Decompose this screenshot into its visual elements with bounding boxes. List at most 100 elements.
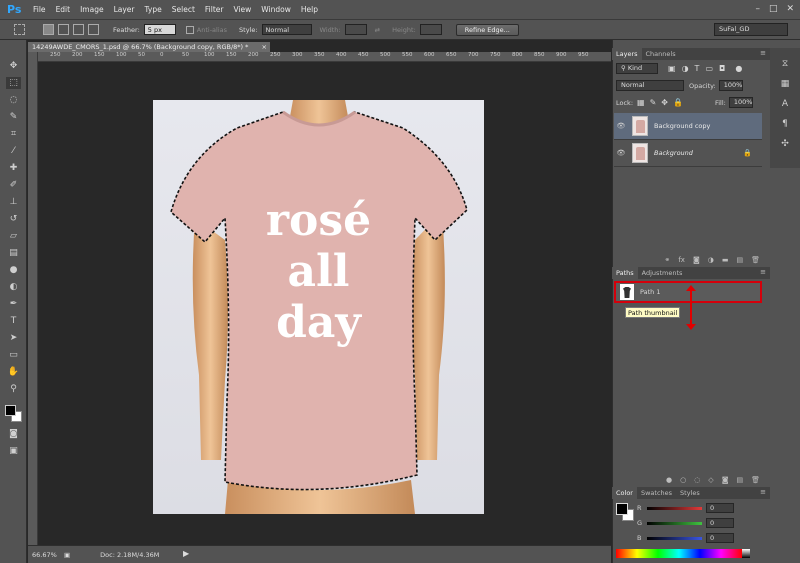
status-icon[interactable]: ▣: [64, 551, 70, 559]
character-panel-icon[interactable]: A: [779, 98, 791, 110]
delete-layer-icon[interactable]: 🗑: [751, 256, 760, 264]
delete-path-icon[interactable]: 🗑: [751, 476, 760, 484]
intersect-selection-icon[interactable]: [88, 24, 99, 35]
lock-position-icon[interactable]: ✥: [661, 98, 668, 107]
tab-styles[interactable]: Styles: [676, 487, 704, 499]
close-button[interactable]: ✕: [786, 4, 794, 14]
type-tool-icon[interactable]: T: [6, 315, 21, 327]
menu-layer[interactable]: Layer: [114, 5, 135, 14]
make-work-path-icon[interactable]: ◇: [708, 476, 713, 484]
new-path-icon[interactable]: ▤: [736, 476, 743, 484]
feather-input[interactable]: 5 px: [143, 24, 176, 35]
subtract-selection-icon[interactable]: [73, 24, 84, 35]
lock-all-icon[interactable]: 🔒: [673, 98, 683, 107]
style-select[interactable]: Normal: [261, 24, 312, 35]
marquee-tool-icon[interactable]: ⬚: [6, 77, 21, 89]
path-thumbnail[interactable]: [620, 284, 634, 300]
paragraph-panel-icon[interactable]: ¶: [779, 118, 791, 130]
fx-icon[interactable]: fx: [678, 256, 685, 264]
lasso-tool-icon[interactable]: ◌: [6, 94, 21, 106]
healing-tool-icon[interactable]: ✚: [6, 162, 21, 174]
menu-help[interactable]: Help: [301, 5, 318, 14]
spectrum-white-black[interactable]: [742, 549, 750, 558]
crop-tool-icon[interactable]: ⌗: [6, 128, 21, 140]
lock-transparent-icon[interactable]: ▦: [637, 98, 645, 107]
red-value-input[interactable]: 0: [706, 503, 734, 513]
pen-tool-icon[interactable]: ✒: [6, 298, 21, 310]
dodge-tool-icon[interactable]: ◐: [6, 281, 21, 293]
color-spectrum-bar[interactable]: [616, 549, 742, 558]
gradient-tool-icon[interactable]: ▤: [6, 247, 21, 259]
filter-type-icon[interactable]: T: [695, 64, 700, 73]
layer-row-background[interactable]: 👁 Background 🔒: [614, 140, 762, 167]
tab-channels[interactable]: Channels: [642, 48, 680, 60]
adjustment-layer-icon[interactable]: ◑: [708, 256, 714, 264]
tool-presets-panel-icon[interactable]: ✣: [779, 138, 791, 150]
swap-icon[interactable]: ⇄: [375, 26, 380, 34]
add-mask-icon[interactable]: ◙: [722, 476, 729, 484]
shape-tool-icon[interactable]: ▭: [6, 349, 21, 361]
close-document-icon[interactable]: ×: [262, 42, 267, 52]
blue-slider[interactable]: [647, 536, 702, 540]
tab-adjustments[interactable]: Adjustments: [638, 267, 687, 279]
menu-file[interactable]: File: [33, 5, 46, 14]
quick-select-tool-icon[interactable]: ✎: [6, 111, 21, 123]
filter-pixel-icon[interactable]: ▣: [668, 64, 676, 73]
kind-filter-select[interactable]: ⚲ Kind: [616, 63, 658, 74]
document-image[interactable]: rosé all day: [153, 100, 484, 514]
filter-smart-icon[interactable]: ◘: [719, 64, 725, 73]
panel-menu-icon[interactable]: ≡: [760, 488, 766, 496]
marquee-tool-preset-icon[interactable]: [14, 24, 25, 35]
green-slider[interactable]: [647, 521, 702, 525]
path-select-tool-icon[interactable]: ➤: [6, 332, 21, 344]
eraser-tool-icon[interactable]: ▱: [6, 230, 21, 242]
filter-adjust-icon[interactable]: ◑: [682, 64, 689, 73]
antialias-checkbox[interactable]: [185, 25, 194, 34]
fill-input[interactable]: 100%: [728, 97, 753, 108]
history-panel-icon[interactable]: ⧖: [779, 58, 791, 70]
green-value-input[interactable]: 0: [706, 518, 734, 528]
link-layers-icon[interactable]: ⚭: [664, 256, 670, 264]
fill-path-icon[interactable]: ●: [666, 476, 672, 484]
height-input[interactable]: [419, 24, 442, 35]
blue-value-input[interactable]: 0: [706, 533, 734, 543]
menu-edit[interactable]: Edit: [56, 5, 71, 14]
brush-tool-icon[interactable]: ✐: [6, 179, 21, 191]
visibility-eye-icon[interactable]: 👁: [614, 122, 628, 130]
width-input[interactable]: [344, 24, 367, 35]
menu-view[interactable]: View: [233, 5, 251, 14]
visibility-eye-icon[interactable]: 👁: [614, 149, 628, 157]
zoom-level[interactable]: 66.67%: [32, 551, 62, 559]
tab-swatches[interactable]: Swatches: [637, 487, 676, 499]
filter-shape-icon[interactable]: ▭: [705, 64, 713, 73]
menu-type[interactable]: Type: [145, 5, 162, 14]
opacity-input[interactable]: 100%: [718, 80, 743, 91]
stamp-tool-icon[interactable]: ⊥: [6, 196, 21, 208]
tab-layers[interactable]: Layers: [612, 48, 642, 60]
menu-window[interactable]: Window: [261, 5, 291, 14]
menu-image[interactable]: Image: [80, 5, 104, 14]
filter-toggle-icon[interactable]: ●: [735, 64, 742, 73]
blur-tool-icon[interactable]: ●: [6, 264, 21, 276]
lock-pixels-icon[interactable]: ✎: [650, 98, 657, 107]
panel-menu-icon[interactable]: ≡: [760, 49, 766, 57]
history-brush-icon[interactable]: ↺: [6, 213, 21, 225]
new-layer-icon[interactable]: ▤: [736, 256, 743, 264]
eyedropper-tool-icon[interactable]: ⁄: [6, 145, 21, 157]
add-selection-icon[interactable]: [58, 24, 69, 35]
properties-panel-icon[interactable]: ▦: [779, 78, 791, 90]
new-selection-icon[interactable]: [43, 24, 54, 35]
tab-paths[interactable]: Paths: [612, 267, 638, 279]
maximize-button[interactable]: □: [769, 4, 778, 14]
red-slider[interactable]: [647, 506, 702, 510]
zoom-tool-icon[interactable]: ⚲: [6, 383, 21, 395]
minimize-button[interactable]: –: [755, 4, 760, 14]
hand-tool-icon[interactable]: ✋: [6, 366, 21, 378]
refine-edge-button[interactable]: Refine Edge...: [455, 23, 519, 36]
panel-menu-icon[interactable]: ≡: [760, 268, 766, 276]
color-fg-swatch[interactable]: [616, 503, 628, 515]
add-mask-icon[interactable]: ◙: [693, 256, 700, 264]
load-selection-icon[interactable]: ◌: [694, 476, 700, 484]
foreground-color-swatch[interactable]: [5, 405, 16, 416]
quick-mask-icon[interactable]: ◙: [6, 428, 21, 440]
